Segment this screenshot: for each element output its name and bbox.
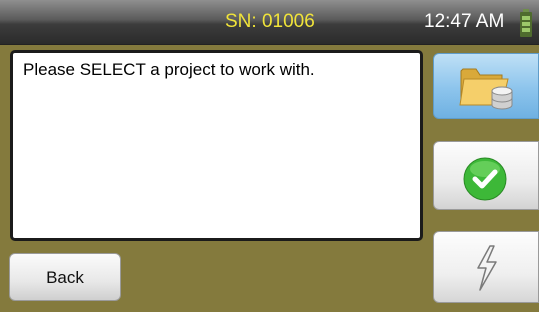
back-button-label: Back [46, 268, 84, 287]
message-panel: Please SELECT a project to work with. [10, 50, 423, 241]
serial-number: SN: 01006 [225, 11, 315, 32]
lightning-icon [477, 245, 497, 291]
status-bar: SN: 01006 12:47 AM [0, 0, 539, 45]
message-text: Please SELECT a project to work with. [23, 60, 315, 79]
battery-icon [520, 9, 532, 37]
confirm-button[interactable] [433, 141, 539, 210]
checkmark-icon [463, 157, 507, 201]
clock: 12:47 AM [424, 11, 505, 32]
back-button[interactable]: Back [9, 253, 121, 301]
folder-database-icon [459, 68, 513, 110]
open-project-button[interactable] [433, 53, 539, 119]
flash-button[interactable] [433, 231, 539, 303]
